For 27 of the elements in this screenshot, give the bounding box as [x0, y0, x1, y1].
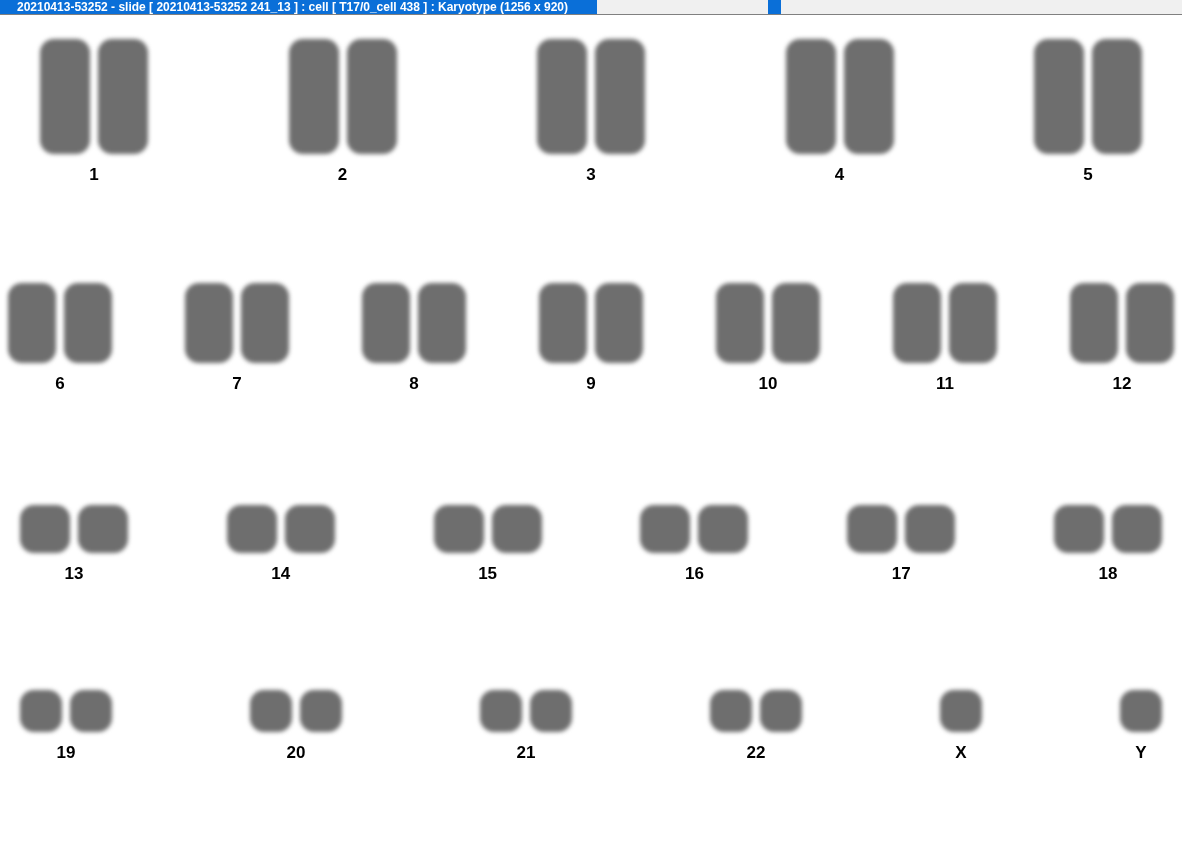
chromosome-label: 14: [271, 563, 291, 585]
chromosome-label: 1: [89, 164, 99, 186]
chromosome-label: Y: [1135, 742, 1147, 764]
chromosome-label: 5: [1083, 164, 1093, 186]
chromosome-label: 20: [286, 742, 306, 764]
chromosome-label: 12: [1112, 373, 1132, 395]
chromosome-label: 16: [684, 563, 704, 585]
chromosome-label: 19: [56, 742, 76, 764]
chromosome-image: [1120, 690, 1162, 732]
chromosome-label: 4: [834, 164, 845, 186]
chromosome-label: 7: [232, 373, 242, 395]
chromosome-label: 17: [891, 563, 911, 585]
chromosome-label: 10: [758, 373, 778, 395]
chromosome-label: 13: [64, 563, 84, 585]
chromosome-label: 9: [586, 373, 596, 395]
chromosome-label: 18: [1098, 563, 1118, 585]
window-title: 20210413-53252 - slide [ 20210413-53252 241_13 ] : cell [ T17/0_cell 438 ] : Karyotype (1256 x 920): [0, 0, 597, 14]
chromosome-label: 8: [409, 373, 419, 395]
chromosome-label: 15: [478, 563, 498, 585]
chromosome-label: 22: [746, 742, 766, 764]
chromosome-label: 6: [55, 373, 65, 395]
chromosome-label: 11: [936, 373, 954, 395]
chromosome-label: 3: [586, 164, 596, 186]
chromosome-label: 2: [337, 164, 348, 186]
chromosome-image: [940, 690, 982, 732]
chromosome-label: X: [955, 742, 967, 764]
chromosome-label: 21: [516, 742, 536, 764]
